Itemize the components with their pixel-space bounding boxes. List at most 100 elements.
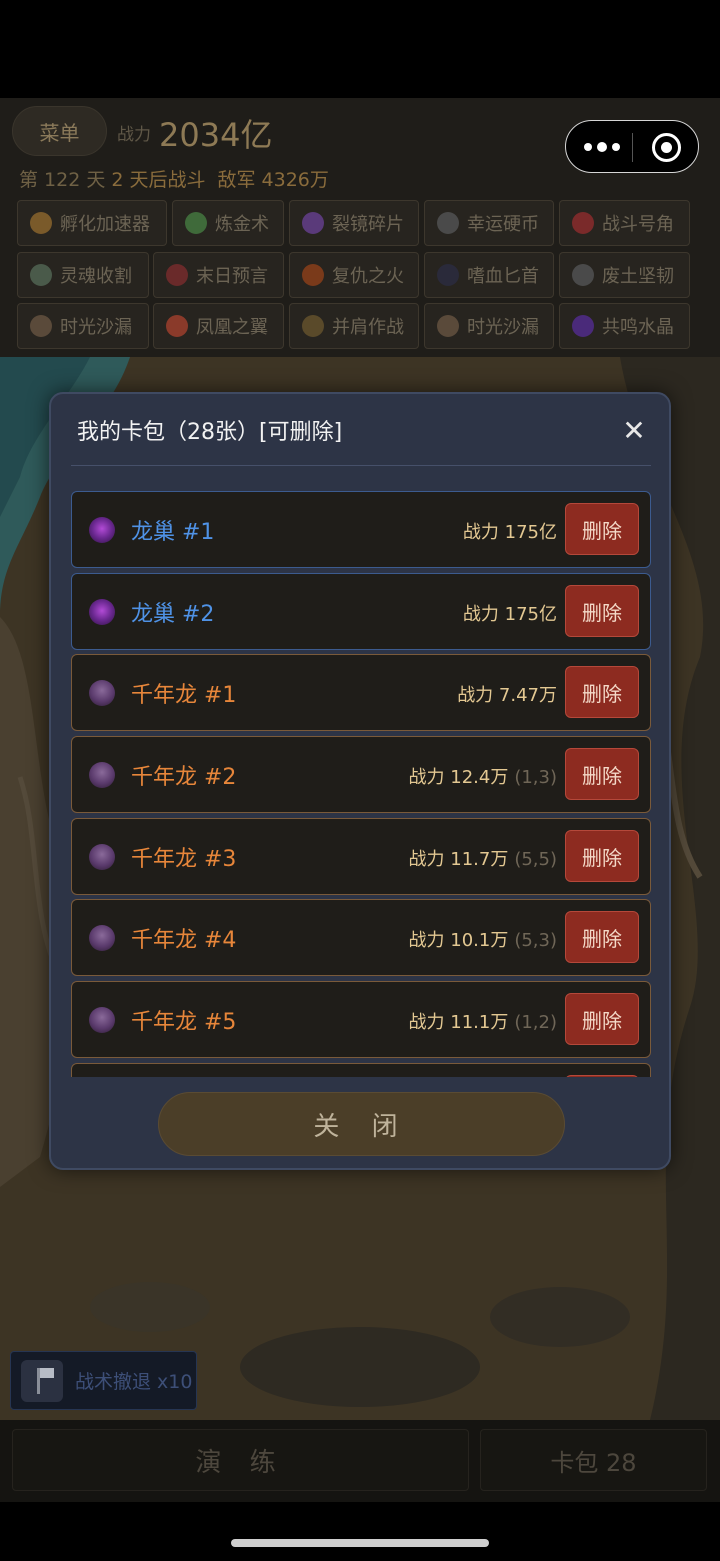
card-position: (5,3) (514, 930, 557, 951)
list-item: 龙巢 #2 战力 175亿 删除 (71, 573, 651, 650)
modal-divider (71, 465, 651, 466)
card-name: 千年龙 #4 (131, 928, 237, 953)
retreat-label: 战术撤退 x10 (75, 1371, 193, 1393)
card-power: 战力 11.1万 (1,2) (408, 1012, 557, 1033)
card-icon (302, 315, 324, 337)
card-chip[interactable]: 嗜血匕首 (424, 252, 554, 298)
modal-close-button[interactable]: 关 闭 (158, 1092, 565, 1156)
capsule-divider (632, 133, 633, 162)
card-icon (30, 315, 52, 337)
card-chip-label: 并肩作战 (332, 317, 404, 338)
card-chip[interactable]: 炼金术 (172, 200, 284, 246)
nest-icon (89, 599, 115, 625)
card-chip[interactable]: 幸运硬币 (424, 200, 554, 246)
card-chip-label: 共鸣水晶 (602, 317, 674, 338)
card-icon (185, 212, 207, 234)
close-icon[interactable]: ✕ (619, 416, 649, 446)
dragon-icon (89, 1007, 115, 1033)
delete-button[interactable] (565, 1075, 639, 1077)
home-indicator[interactable] (231, 1539, 489, 1547)
card-chip-label: 时光沙漏 (467, 317, 539, 338)
card-icon (437, 264, 459, 286)
card-icon (30, 212, 52, 234)
card-position: (1,3) (514, 767, 557, 788)
card-icon (302, 212, 324, 234)
delete-button[interactable]: 删除 (565, 585, 639, 637)
close-miniprogram-icon[interactable] (652, 133, 681, 162)
card-chip[interactable]: 末日预言 (153, 252, 284, 298)
menu-button[interactable]: 菜单 (12, 106, 107, 156)
list-item: 千年龙 #3 战力 11.7万 (5,5) 删除 (71, 818, 651, 895)
delete-button[interactable]: 删除 (565, 830, 639, 882)
card-chip[interactable]: 灵魂收割 (17, 252, 149, 298)
card-power: 战力 175亿 (462, 522, 557, 543)
card-chip[interactable]: 并肩作战 (289, 303, 419, 349)
card-power: 战力 7.47万 (457, 685, 557, 706)
card-icon (572, 212, 594, 234)
list-item: 千年龙 #2 战力 12.4万 (1,3) 删除 (71, 736, 651, 813)
card-icon (166, 315, 188, 337)
nest-icon (89, 517, 115, 543)
more-icon[interactable] (584, 135, 620, 159)
card-chip-label: 灵魂收割 (60, 266, 132, 287)
delete-button[interactable]: 删除 (565, 666, 639, 718)
card-chip[interactable]: 时光沙漏 (424, 303, 554, 349)
delete-button[interactable]: 删除 (565, 503, 639, 555)
card-power: 战力 10.1万 (5,3) (408, 930, 557, 951)
card-pack-modal: 我的卡包（28张）[可删除] ✕ 龙巢 #1 战力 175亿 删除 龙巢 #2 … (49, 392, 671, 1170)
list-item: 龙巢 #1 战力 175亿 删除 (71, 491, 651, 568)
power-label: 战力 (117, 125, 151, 145)
day-counter: 第 122 天 (19, 169, 106, 191)
card-power: 战力 175亿 (462, 604, 557, 625)
card-icon (302, 264, 324, 286)
battle-status-line: 第 122 天 2 天后战斗 敌军 4326万 (19, 165, 329, 192)
card-chip-label: 凤凰之翼 (196, 317, 268, 338)
delete-button[interactable]: 删除 (565, 911, 639, 963)
card-name: 龙巢 #2 (131, 602, 215, 627)
card-chip-label: 战斗号角 (602, 214, 674, 235)
card-name: 千年龙 #5 (131, 1010, 237, 1035)
card-chip[interactable]: 废土坚韧 (559, 252, 690, 298)
card-name: 千年龙 #3 (131, 847, 237, 872)
dragon-icon (89, 844, 115, 870)
card-chip[interactable]: 战斗号角 (559, 200, 690, 246)
list-item (71, 1063, 651, 1077)
card-chip-label: 嗜血匕首 (467, 266, 539, 287)
flag-icon (21, 1359, 63, 1402)
card-list[interactable]: 龙巢 #1 战力 175亿 删除 龙巢 #2 战力 175亿 删除 千年龙 #1… (71, 491, 651, 1077)
dragon-icon (89, 762, 115, 788)
retreat-button[interactable]: 战术撤退 x10 (10, 1351, 197, 1410)
miniprogram-capsule (565, 120, 699, 173)
card-chip[interactable]: 复仇之火 (289, 252, 419, 298)
card-name: 千年龙 #1 (131, 683, 237, 708)
card-pack-button[interactable]: 卡包 28 (480, 1429, 707, 1491)
card-chip[interactable]: 裂镜碎片 (289, 200, 419, 246)
list-item: 千年龙 #5 战力 11.1万 (1,2) 删除 (71, 981, 651, 1058)
card-chip[interactable]: 时光沙漏 (17, 303, 149, 349)
list-item: 千年龙 #1 战力 7.47万 删除 (71, 654, 651, 731)
card-icon (166, 264, 188, 286)
card-icon (572, 264, 594, 286)
card-icon (30, 264, 52, 286)
enemy-strength: 敌军 4326万 (217, 169, 329, 191)
card-chip[interactable]: 共鸣水晶 (559, 303, 690, 349)
card-chip-label: 时光沙漏 (60, 317, 132, 338)
card-chip[interactable]: 孵化加速器 (17, 200, 167, 246)
card-chip-label: 裂镜碎片 (332, 214, 404, 235)
card-chip-label: 孵化加速器 (60, 214, 150, 235)
delete-button[interactable]: 删除 (565, 748, 639, 800)
card-name: 龙巢 #1 (131, 520, 215, 545)
game-screen: 菜单 战力 2034亿 第 122 天 2 天后战斗 敌军 4326万 孵化加速… (0, 0, 720, 1561)
card-power: 战力 11.7万 (5,5) (408, 849, 557, 870)
card-icon (572, 315, 594, 337)
card-chip-label: 炼金术 (215, 214, 269, 235)
dragon-icon (89, 925, 115, 951)
modal-title: 我的卡包（28张）[可删除] (77, 420, 343, 445)
card-icon (437, 212, 459, 234)
power-value: 2034亿 (159, 116, 273, 154)
drill-button[interactable]: 演 练 (12, 1429, 469, 1491)
card-chip-label: 末日预言 (196, 266, 268, 287)
card-chip[interactable]: 凤凰之翼 (153, 303, 284, 349)
card-name: 千年龙 #2 (131, 765, 237, 790)
delete-button[interactable]: 删除 (565, 993, 639, 1045)
